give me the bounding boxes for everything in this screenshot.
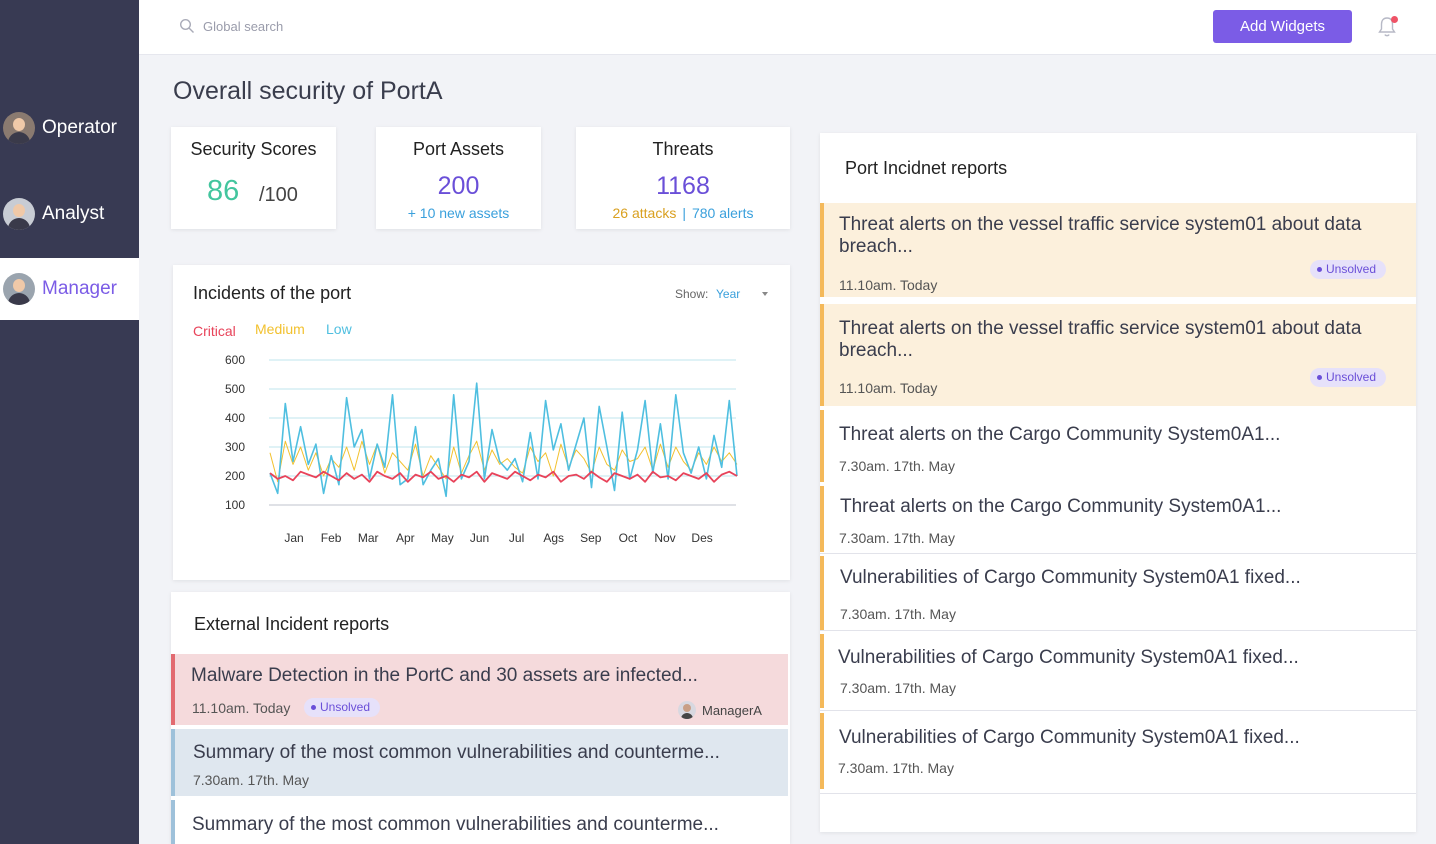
report-title: Summary of the most common vulnerabiliti…: [193, 742, 720, 763]
report-title: Threat alerts on the Cargo Community Sys…: [839, 424, 1281, 445]
report-title: Malware Detection in the PortC and 30 as…: [191, 665, 698, 686]
sidebar-role-manager[interactable]: Manager: [0, 258, 139, 320]
threats-title: Threats: [652, 139, 714, 159]
report-time: 11.10am. Today: [839, 277, 938, 293]
new-assets-text: + 10 new assets: [407, 205, 510, 221]
report-time: 7.30am. 17th. May: [839, 530, 955, 546]
port-report-item[interactable]: Vulnerabilities of Cargo Community Syste…: [820, 713, 1416, 789]
incidents-chart-card: Incidents of the port Show: Year Critica…: [173, 265, 790, 580]
port-report-item[interactable]: Threat alerts on the vessel traffic serv…: [820, 304, 1416, 406]
x-tick-label: Oct: [619, 531, 638, 545]
sidebar-role-operator[interactable]: Operator: [0, 97, 139, 159]
report-title: Vulnerabilities of Cargo Community Syste…: [840, 567, 1301, 588]
sidebar-role-analyst[interactable]: Analyst: [0, 183, 139, 245]
report-time: 7.30am. 17th. May: [840, 606, 956, 622]
report-title: Vulnerabilities of Cargo Community Syste…: [838, 647, 1299, 668]
y-tick-label: 500: [225, 382, 245, 396]
x-tick-label: Jan: [284, 531, 303, 545]
role-label: Analyst: [42, 203, 105, 224]
x-tick-label: Mar: [358, 531, 379, 545]
report-time: 11.10am. Today: [839, 380, 938, 396]
manager-avatar: [3, 273, 35, 305]
report-title: Summary of the most common vulnerabiliti…: [192, 814, 719, 835]
report-time: 7.30am. 17th. May: [838, 760, 954, 776]
manager-name: ManagerA: [702, 703, 762, 718]
y-tick-label: 600: [225, 353, 245, 367]
x-tick-label: Des: [691, 531, 712, 545]
port-report-item[interactable]: Threat alerts on the vessel traffic serv…: [820, 203, 1416, 297]
alerts-count: 780 alerts: [691, 205, 754, 221]
report-title: Threat alerts on the vessel traffic serv…: [839, 318, 1362, 361]
external-report-item[interactable]: Malware Detection in the PortC and 30 as…: [171, 654, 788, 725]
threats-value: 1168: [656, 172, 710, 200]
report-title: Vulnerabilities of Cargo Community Syste…: [839, 727, 1300, 748]
incidents-line-chart: 600 500 400 300 200 100 Jan Feb Mar Apr May Jun Jul A…: [225, 353, 738, 545]
port-assets-title: Port Assets: [412, 139, 505, 159]
sidebar: Operator Analyst Manager: [0, 0, 139, 844]
status-badge: Unsolved: [304, 698, 381, 717]
manager-avatar: [678, 701, 696, 719]
security-score-max: /100: [259, 184, 298, 206]
port-report-item[interactable]: Vulnerabilities of Cargo Community Syste…: [820, 556, 1416, 630]
role-label: Manager: [42, 278, 117, 299]
port-report-item[interactable]: Vulnerabilities of Cargo Community Syste…: [820, 634, 1416, 708]
port-assets-value: 200: [437, 172, 480, 200]
report-time: 7.30am. 17th. May: [840, 680, 956, 696]
role-label: Operator: [42, 117, 117, 138]
port-reports-card: Port Incidnet reports Threat alerts on t…: [820, 133, 1416, 832]
report-time: 11.10am. Today: [192, 700, 291, 716]
security-score-title: Security Scores: [190, 139, 317, 159]
status-badge: Unsolved: [1310, 260, 1387, 279]
divider: [820, 553, 1416, 554]
operator-avatar: [3, 112, 35, 144]
status-badge: Unsolved: [1310, 368, 1387, 387]
x-tick-label: Sep: [580, 531, 602, 545]
y-tick-label: 200: [225, 469, 245, 483]
x-tick-label: Apr: [396, 531, 415, 545]
x-tick-label: Jun: [470, 531, 489, 545]
y-tick-label: 300: [225, 440, 245, 454]
report-time: 7.30am. 17th. May: [839, 458, 955, 474]
port-reports-title: Port Incidnet reports: [845, 158, 1008, 178]
x-tick-label: Jul: [509, 531, 524, 545]
external-report-item[interactable]: Summary of the most common vulnerabiliti…: [171, 729, 788, 796]
global-search-input[interactable]: [203, 15, 463, 37]
top-bar: Add Widgets: [139, 0, 1436, 55]
notification-dot: [1391, 16, 1398, 23]
add-widgets-button[interactable]: Add Widgets: [1213, 10, 1352, 43]
x-tick-label: Nov: [654, 531, 675, 545]
security-score-value: 86: [207, 175, 240, 207]
security-score-card[interactable]: Security Scores 86 /100: [171, 127, 336, 229]
port-assets-card[interactable]: Port Assets 200 + 10 new assets: [376, 127, 541, 229]
port-report-item[interactable]: Threat alerts on the Cargo Community Sys…: [820, 486, 1416, 552]
analyst-avatar: [3, 198, 35, 230]
x-tick-label: Ags: [543, 531, 564, 545]
port-report-item[interactable]: Threat alerts on the Cargo Community Sys…: [820, 410, 1416, 482]
page-title: Overall security of PortA: [173, 77, 443, 105]
report-title: Threat alerts on the Cargo Community Sys…: [840, 496, 1282, 517]
divider: [820, 630, 1416, 631]
report-time: 7.30am. 17th. May: [193, 772, 309, 788]
external-reports-title: External Incident reports: [194, 614, 390, 634]
divider: [820, 710, 1416, 711]
report-title: Threat alerts on the vessel traffic serv…: [839, 214, 1362, 257]
y-tick-label: 100: [225, 498, 245, 512]
divider: [820, 793, 1416, 794]
search-icon[interactable]: [179, 18, 195, 34]
external-reports-card: External Incident reports Malware Detect…: [171, 592, 790, 844]
threats-card[interactable]: Threats 1168 26 attacks | 780 alerts: [576, 127, 790, 229]
x-tick-label: May: [431, 531, 454, 545]
y-tick-label: 400: [225, 411, 245, 425]
threats-breakdown: 26 attacks | 780 alerts: [576, 205, 790, 221]
x-tick-label: Feb: [321, 531, 342, 545]
external-report-item[interactable]: Summary of the most common vulnerabiliti…: [171, 800, 788, 844]
attacks-count: 26 attacks: [612, 205, 677, 221]
threats-separator: |: [682, 205, 686, 221]
